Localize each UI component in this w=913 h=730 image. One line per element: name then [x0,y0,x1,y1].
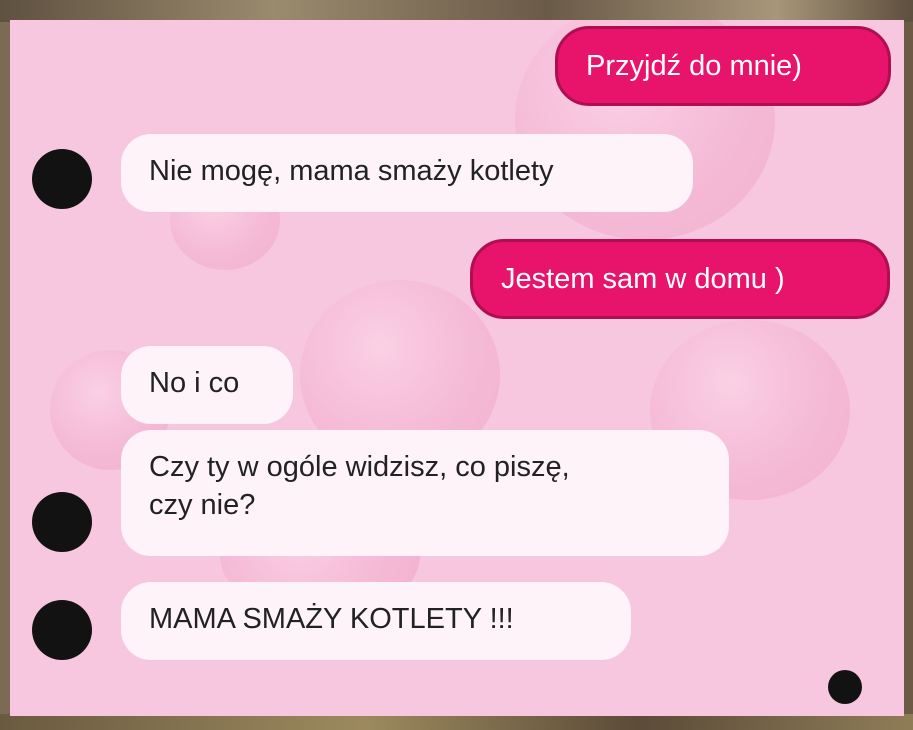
contact-avatar[interactable] [32,600,92,660]
contact-avatar[interactable] [32,149,92,209]
incoming-message-bubble[interactable]: Nie mogę, mama smaży kotlety [121,134,693,212]
outgoing-message-bubble[interactable]: Jestem sam w domu ) [470,239,890,319]
frame-bottom-edge [0,714,913,730]
outgoing-message-bubble[interactable]: Przyjdź do mnie) [555,26,891,106]
chat-window: Przyjdź do mnie) Nie mogę, mama smaży ko… [10,20,904,716]
frame-top-edge [0,0,913,22]
incoming-message-bubble[interactable]: Czy ty w ogóle widzisz, co piszę, czy ni… [121,430,729,556]
contact-avatar[interactable] [32,492,92,552]
incoming-message-bubble[interactable]: No i co [121,346,293,424]
read-receipt-avatar [828,670,862,704]
photo-frame: Przyjdź do mnie) Nie mogę, mama smaży ko… [0,0,913,730]
incoming-message-bubble[interactable]: MAMA SMAŻY KOTLETY !!! [121,582,631,660]
